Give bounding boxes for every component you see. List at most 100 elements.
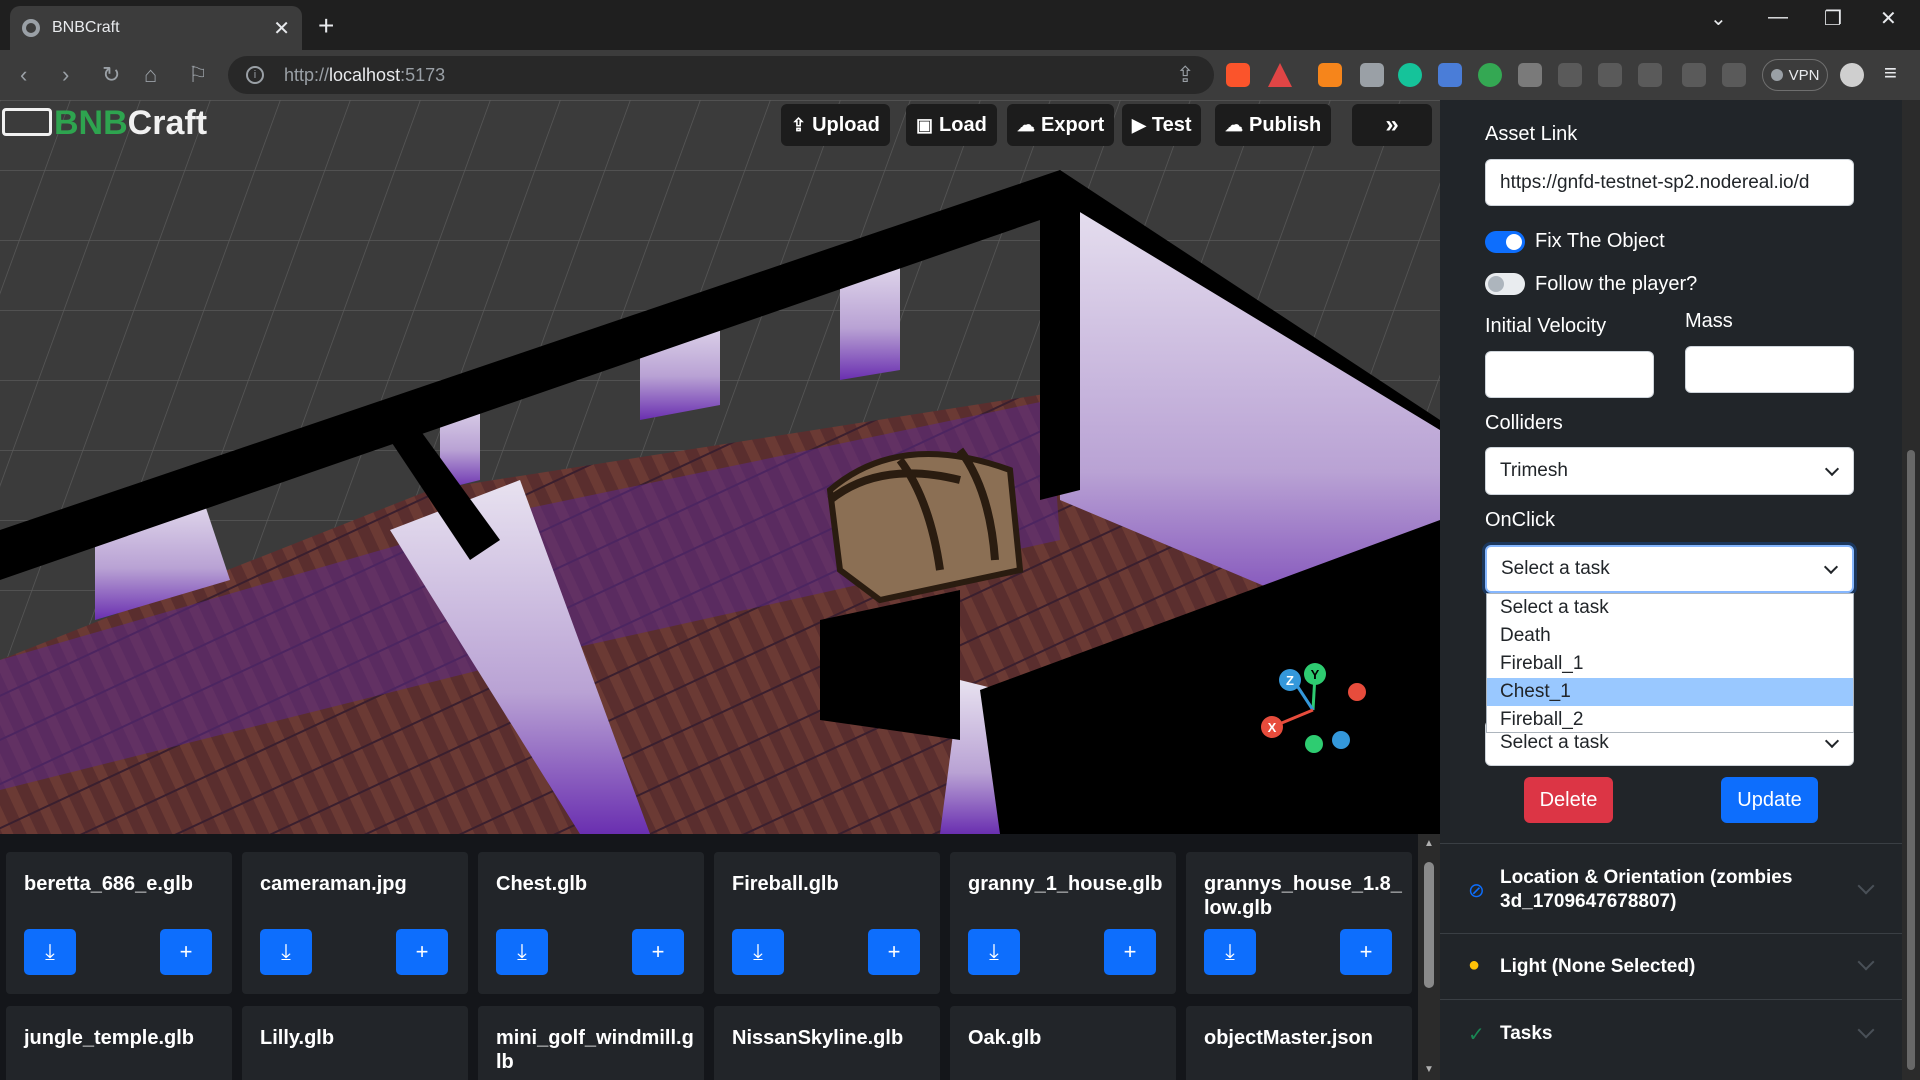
back-icon[interactable]: ‹ [20,62,27,88]
onclick-select[interactable]: Select a task [1485,545,1854,593]
asset-name: Oak.glb [968,1027,1042,1049]
location-orientation-title: Location & Orientation (zombies 3d_17096… [1500,867,1793,912]
download-icon[interactable]: ⤓ [496,929,548,975]
add-asset-button[interactable]: + [160,929,212,975]
upload-icon: ⇪ [791,114,807,135]
logo-icon [2,108,52,136]
zip-icon[interactable] [1518,63,1542,87]
reload-icon[interactable]: ↻ [102,62,120,88]
add-asset-button[interactable]: + [1340,929,1392,975]
add-asset-button[interactable]: + [1104,929,1156,975]
chest-model[interactable] [826,447,1024,604]
vpn-status-icon [1770,69,1783,81]
asset-name: jungle_temple.glb [24,1027,195,1049]
asset-card: Fireball.glb ⤓ + [714,852,940,994]
asset-link-input[interactable]: https://gnfd-testnet-sp2.nodereal.io/d [1485,159,1854,206]
asset-name: mini_golf_windmill.glb [496,1027,694,1073]
lightbulb-icon: ● [1468,954,1481,976]
onclick-option[interactable]: Fireball_1 [1487,650,1853,678]
scroll-down-icon[interactable]: ▼ [1424,1064,1434,1075]
fix-object-toggle[interactable] [1485,231,1525,253]
delete-button[interactable]: Delete [1524,777,1613,823]
location-orientation-accordion[interactable]: ⊘ Location & Orientation (zombies 3d_170… [1440,843,1902,933]
share-icon[interactable]: ⇪ [1176,62,1194,88]
tasks-accordion[interactable]: ✓ Tasks [1440,999,1902,1080]
download-icon[interactable]: ⤓ [260,929,312,975]
onclick-option-highlighted[interactable]: Chest_1 [1487,678,1853,706]
menu-icon[interactable]: ≡ [1884,60,1897,86]
asset-card: objectMaster.json [1186,1006,1412,1080]
vpn-button[interactable]: VPN [1762,59,1828,91]
address-bar[interactable]: i http://localhost:5173 [228,56,1214,94]
asset-card: NissanSkyline.glb [714,1006,940,1080]
tab-title: BNBCraft [52,19,120,36]
fix-object-label: Fix The Object [1535,230,1665,252]
expand-panel-button[interactable]: » [1352,104,1432,146]
export-button[interactable]: ☁ Export [1007,104,1115,146]
maximize-button[interactable]: ❐ [1824,6,1842,31]
translate-icon[interactable] [1438,63,1462,87]
follow-player-label: Follow the player? [1535,273,1698,295]
minimize-button[interactable]: — [1768,6,1788,29]
profile-icon[interactable] [1840,63,1864,87]
browser-tab[interactable]: BNBCraft ✕ [10,6,302,50]
add-asset-button[interactable]: + [396,929,448,975]
initial-velocity-input[interactable] [1485,351,1654,398]
3d-viewport[interactable]: Y Z X [0,100,1440,834]
check-icon: ✓ [1468,1024,1485,1046]
tasks-title: Tasks [1500,1023,1553,1044]
load-button[interactable]: ▣ Load [906,104,997,146]
publish-button[interactable]: ☁ Publish [1215,104,1332,146]
gizmo-y-label: Y [1311,667,1320,682]
add-asset-button[interactable]: + [868,929,920,975]
test-button[interactable]: ▶ Test [1122,104,1202,146]
puzzle-icon[interactable] [1558,63,1582,87]
gizmo-x-label: X [1268,720,1277,735]
asset-card: jungle_temple.glb [6,1006,232,1080]
follow-player-toggle[interactable] [1485,273,1525,295]
add-asset-button[interactable]: + [632,929,684,975]
forward-icon[interactable]: › [62,62,69,88]
add-extension-icon[interactable] [1478,63,1502,87]
camera-icon[interactable] [1360,63,1384,87]
chevron-down-icon [1857,953,1875,971]
scene-render: Y Z X [0,100,1440,834]
onclick-option[interactable]: Select a task [1487,594,1853,622]
new-tab-button[interactable]: + [318,10,334,42]
light-accordion[interactable]: ● Light (None Selected) [1440,933,1902,999]
chevron-down-icon[interactable]: ⌄ [1710,6,1727,31]
chevron-down-icon [1824,733,1840,749]
wallet-icon[interactable] [1722,63,1746,87]
metamask-icon[interactable] [1318,63,1342,87]
brave-shield-icon[interactable] [1226,63,1250,87]
asset-name: Chest.glb [496,873,588,895]
asset-card: Chest.glb ⤓ + [478,852,704,994]
colliders-select[interactable]: Trimesh [1485,447,1854,495]
music-icon[interactable] [1598,63,1622,87]
upload-button[interactable]: ⇪ Upload [781,104,890,146]
bookmark-icon[interactable]: ⚐ [188,62,208,88]
download-icon[interactable] [1638,63,1662,87]
download-icon[interactable]: ⤓ [1204,929,1256,975]
brave-rewards-icon[interactable] [1268,63,1292,87]
update-button[interactable]: Update [1721,777,1818,823]
chevron-down-icon [1857,877,1875,895]
asset-scrollbar[interactable]: ▲ ▼ [1418,834,1440,1080]
initial-velocity-label: Initial Velocity [1485,315,1607,337]
onclick-option[interactable]: Fireball_2 [1487,706,1853,734]
app-logo: BNBCraft [2,104,207,143]
close-icon[interactable]: ✕ [273,16,290,41]
download-icon[interactable]: ⤓ [968,929,1020,975]
mass-input[interactable] [1685,346,1854,393]
scroll-up-icon[interactable]: ▲ [1424,838,1434,849]
asset-link-label: Asset Link [1485,123,1578,145]
window-close-button[interactable]: ✕ [1880,6,1897,31]
onclick-option[interactable]: Death [1487,622,1853,650]
grammarly-icon[interactable] [1398,63,1422,87]
sidebar-icon[interactable] [1682,63,1706,87]
site-info-icon[interactable]: i [246,66,264,84]
panel-scrollbar[interactable] [1902,100,1920,1080]
download-icon[interactable]: ⤓ [732,929,784,975]
download-icon[interactable]: ⤓ [24,929,76,975]
home-icon[interactable]: ⌂ [144,62,157,88]
